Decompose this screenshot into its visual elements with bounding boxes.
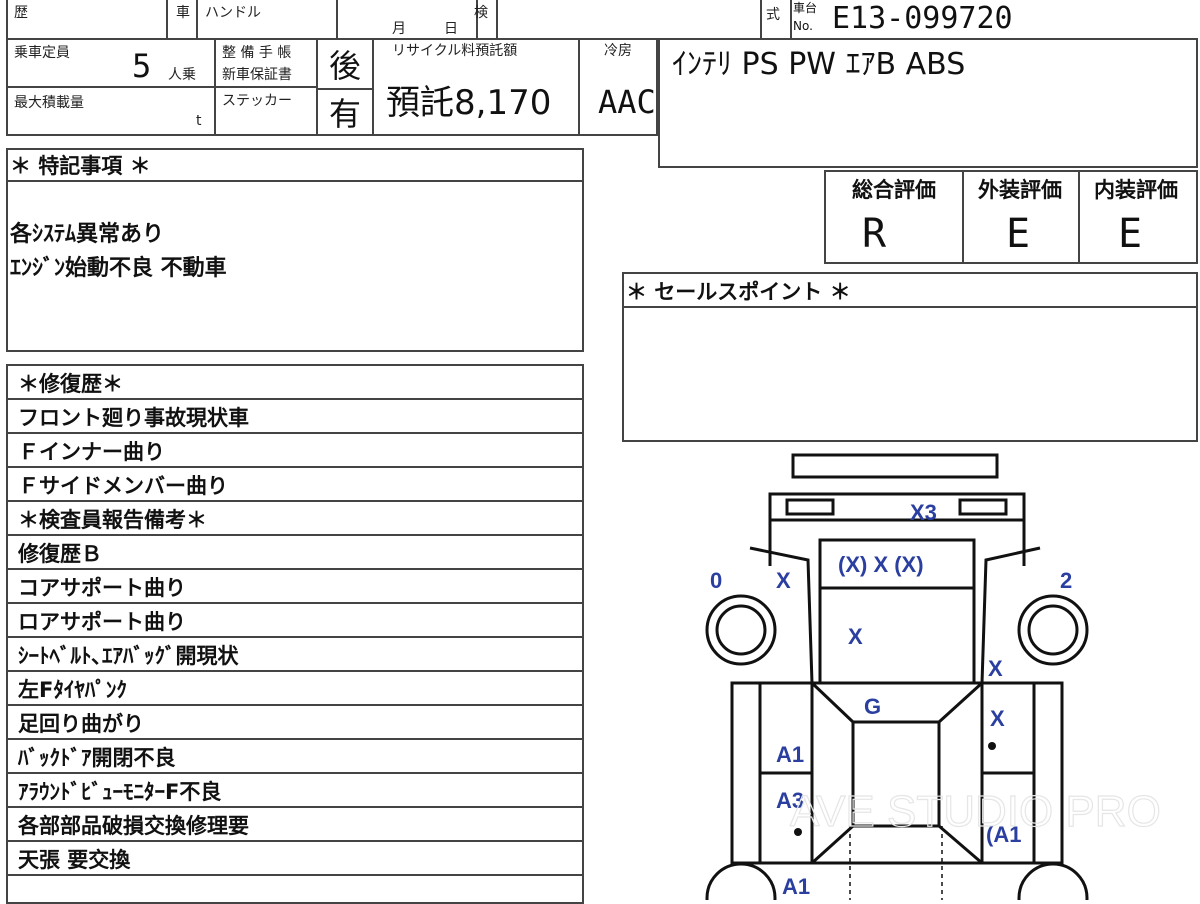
damage-mark-left-front-door: A1 bbox=[776, 742, 804, 767]
damage-mark-right-front-door: X bbox=[990, 706, 1005, 731]
car-damage-diagram: X3 (X) X (X) 0 2 X X X G X A1 A3 (A1 A1 … bbox=[705, 453, 1161, 900]
front-bumper bbox=[791, 453, 999, 479]
left-rear-tire bbox=[705, 862, 777, 900]
watermark: AVE STUDIO PRO bbox=[790, 787, 1161, 836]
damage-mark-hood-center: X bbox=[848, 624, 863, 649]
right-rear-tire bbox=[1017, 862, 1089, 900]
damage-mark-left-front-tire: 0 bbox=[710, 568, 722, 593]
damage-mark-right-fender: X bbox=[988, 656, 1003, 681]
damage-mark-hood-top: (X) X (X) bbox=[838, 552, 924, 577]
damage-mark-left-fender: X bbox=[776, 568, 791, 593]
damage-mark-left-rear-fender: A1 bbox=[782, 874, 810, 899]
damage-dot bbox=[988, 742, 996, 750]
damage-mark-roof: G bbox=[864, 694, 881, 719]
damage-mark-right-front-tire: 2 bbox=[1060, 568, 1072, 593]
damage-mark-front-bumper: X3 bbox=[910, 500, 937, 525]
